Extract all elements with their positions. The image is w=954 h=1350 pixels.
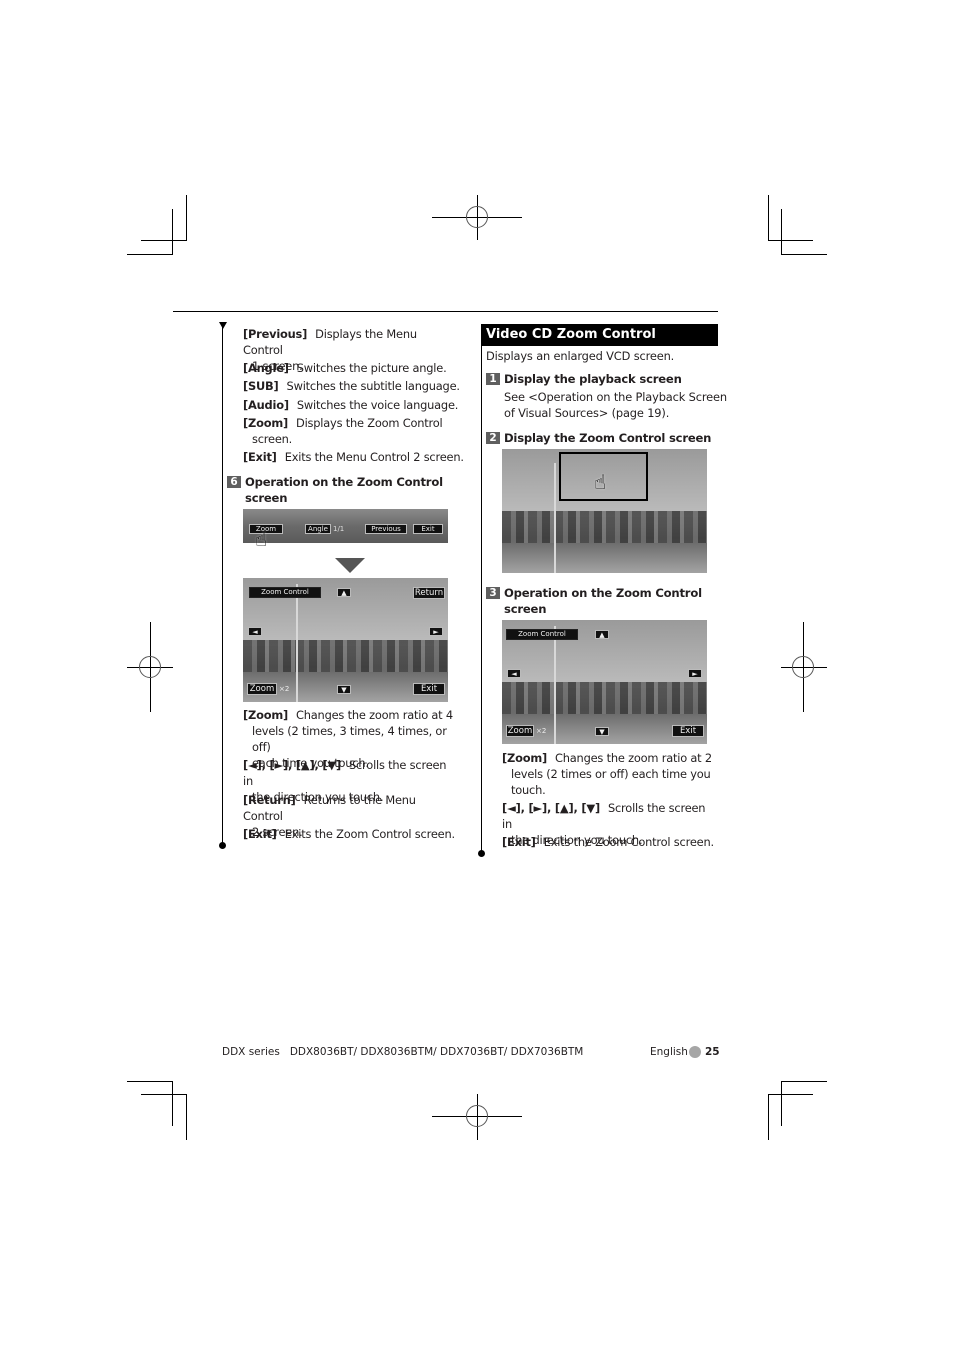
scroll-down-button[interactable]: ▼ <box>337 685 351 694</box>
key-label: [Exit] <box>243 450 277 464</box>
model-list: DDX8036BT/ DDX8036BTM/ DDX7036BT/ DDX703… <box>289 1046 584 1058</box>
zoom-control-screenshot-left: Zoom Control ▲ Return ◄ ► Zoom ×2 ▼ Exit <box>243 578 448 702</box>
scroll-left-button[interactable]: ◄ <box>507 669 521 678</box>
key-desc: Switches the subtitle language. <box>286 379 460 393</box>
key-label: [◄], [►], [▲], [▼] <box>502 801 600 815</box>
key-desc: Switches the picture angle. <box>296 361 447 375</box>
exit-button[interactable]: Exit <box>413 524 443 534</box>
key-label: [Zoom] <box>502 751 547 765</box>
arrow-down-icon <box>335 558 365 573</box>
key-label: [Audio] <box>243 398 289 412</box>
step-title-3-line1: Operation on the Zoom Control <box>504 586 702 600</box>
key-desc: Exits the Zoom Control screen. <box>543 835 714 849</box>
key-desc-cont: levels (2 times, 3 times, 4 times, or of… <box>252 724 447 754</box>
return-button[interactable]: Return <box>413 587 445 599</box>
step-title-1: Display the playback screen <box>504 372 682 386</box>
footer-series: DDX series DDX8036BT/ DDX8036BTM/ DDX703… <box>222 1045 583 1059</box>
key-label: [Exit] <box>502 835 536 849</box>
key-item-zoom: [Zoom] Displays the Zoom Control screen. <box>243 415 453 447</box>
step-badge-3: 3 <box>486 587 500 599</box>
hand-pointer-icon: ☝ <box>594 470 607 494</box>
zoom-button[interactable]: Zoom <box>247 683 277 695</box>
zoom-ratio: ×2 <box>279 685 290 693</box>
menu-control-screenshot: Zoom Angle 1/1 Previous Exit <box>243 509 448 543</box>
key-desc-cont: touch. <box>511 783 546 797</box>
key-desc: Exits the Menu Control 2 screen. <box>284 450 464 464</box>
step-title-6-line1: Operation on the Zoom Control <box>245 475 443 489</box>
page-number: 25 <box>705 1046 720 1058</box>
key-desc: Displays the Zoom Control <box>296 416 443 430</box>
key-label: [Angle] <box>243 361 289 375</box>
key-item-audio: [Audio] Switches the voice language. <box>243 397 458 413</box>
scroll-right-button[interactable]: ► <box>429 627 443 636</box>
footer-language: English <box>650 1046 688 1058</box>
key-label: [Exit] <box>243 827 277 841</box>
key-label: [Previous] <box>243 327 308 341</box>
zoom-control-screenshot-right: Zoom Control ▲ ◄ ► Zoom ×2 ▼ Exit <box>502 620 707 744</box>
scroll-up-button[interactable]: ▲ <box>337 588 351 597</box>
page-dot-icon <box>689 1046 701 1058</box>
zoom-control-title: Zoom Control <box>249 587 321 598</box>
step-title-6-line2: screen <box>245 491 288 505</box>
step-1-body-line2: of Visual Sources> (page 19). <box>504 406 670 420</box>
step-badge-2: 2 <box>486 432 500 444</box>
key-item-sub: [SUB] Switches the subtitle language. <box>243 378 460 394</box>
key-label: [Zoom] <box>243 708 288 722</box>
key-label: [Return] <box>243 793 296 807</box>
key-desc-cont: screen. <box>252 432 293 446</box>
playback-screenshot: ☝ <box>502 449 707 573</box>
angle-button[interactable]: Angle <box>305 524 331 534</box>
key-label: [Zoom] <box>243 416 288 430</box>
key-item-angle: [Angle] Switches the picture angle. <box>243 360 447 376</box>
hand-pointer-icon: ☝ <box>255 527 268 551</box>
angle-value: 1/1 <box>333 525 345 533</box>
series-label: DDX series <box>222 1046 280 1058</box>
key-item-zoom-ratio: [Zoom] Changes the zoom ratio at 2 levels… <box>502 750 717 798</box>
scroll-down-button[interactable]: ▼ <box>595 727 609 736</box>
zoom-ratio: ×2 <box>536 727 547 735</box>
step-1-body-line1: See <Operation on the Playback Screen <box>504 390 727 404</box>
key-desc: Exits the Zoom Control screen. <box>284 827 455 841</box>
step-title-2: Display the Zoom Control screen <box>504 431 712 445</box>
step-badge-6: 6 <box>227 476 241 488</box>
exit-button[interactable]: Exit <box>672 725 704 737</box>
key-desc: Changes the zoom ratio at 2 <box>555 751 712 765</box>
header-rule <box>173 311 718 312</box>
scroll-right-button[interactable]: ► <box>688 669 702 678</box>
scroll-left-button[interactable]: ◄ <box>248 627 262 636</box>
exit-button[interactable]: Exit <box>413 683 445 695</box>
key-desc: Switches the voice language. <box>296 398 459 412</box>
key-item-exit-zoom: [Exit] Exits the Zoom Control screen. <box>243 826 455 842</box>
zoom-control-title: Zoom Control <box>506 629 578 640</box>
key-label: [◄], [►], [▲], [▼] <box>243 758 341 772</box>
key-desc: Changes the zoom ratio at 4 <box>296 708 453 722</box>
scroll-up-button[interactable]: ▲ <box>595 630 609 639</box>
section-intro: Displays an enlarged VCD screen. <box>486 349 675 363</box>
step-badge-1: 1 <box>486 373 500 385</box>
key-desc-cont: levels (2 times or off) each time you <box>511 767 711 781</box>
zoom-button[interactable]: Zoom <box>506 725 534 737</box>
key-label: [SUB] <box>243 379 279 393</box>
key-item-exit-zoom: [Exit] Exits the Zoom Control screen. <box>502 834 714 850</box>
section-title: Video CD Zoom Control <box>481 324 718 346</box>
step-title-3-line2: screen <box>504 602 547 616</box>
key-item-exit: [Exit] Exits the Menu Control 2 screen. <box>243 449 464 465</box>
previous-button[interactable]: Previous <box>365 524 407 534</box>
